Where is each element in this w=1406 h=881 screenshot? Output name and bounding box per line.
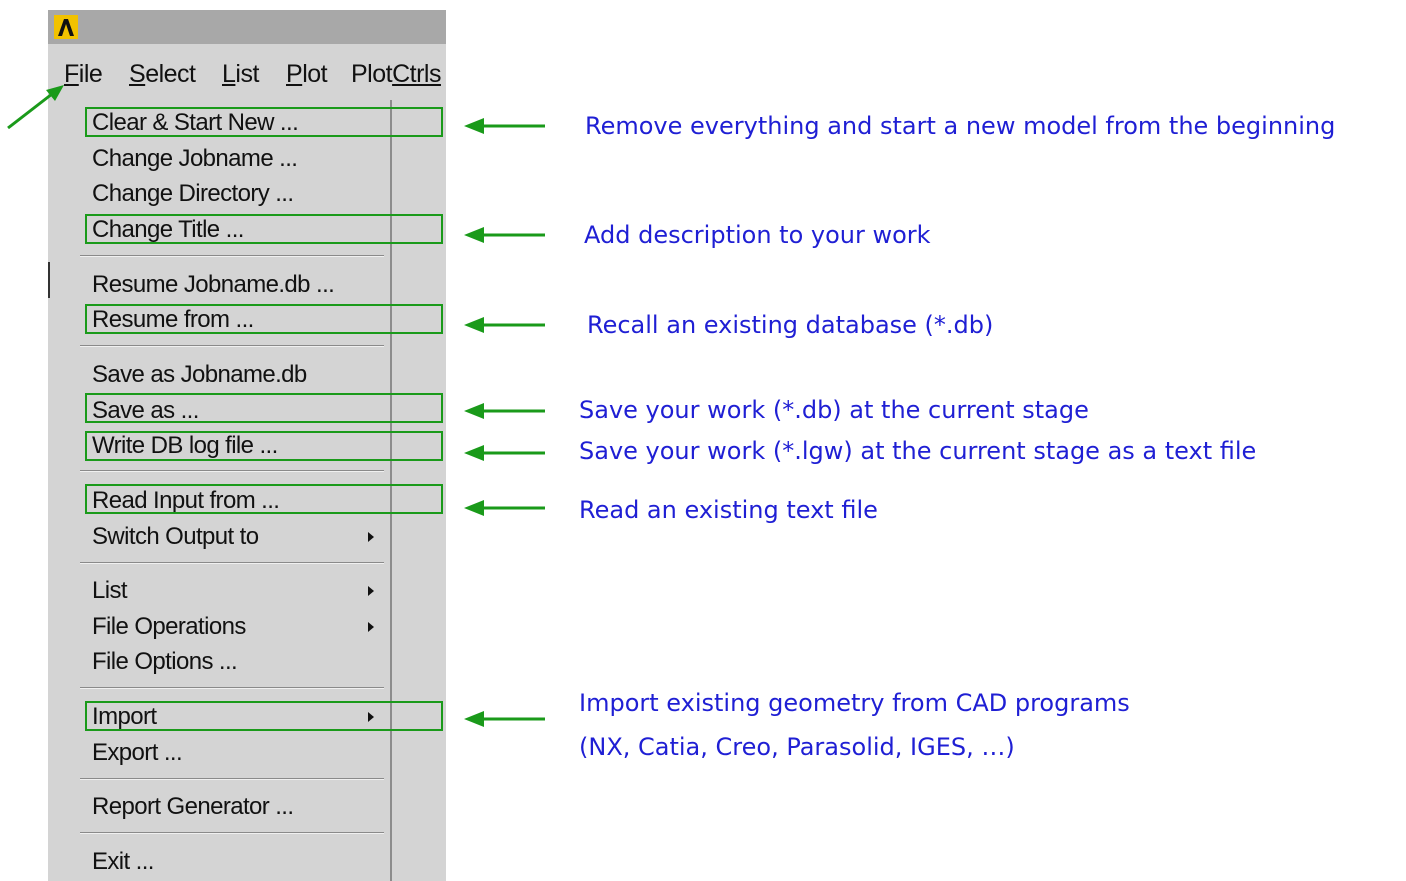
highlight-box-clear-start-new	[85, 107, 443, 137]
menu-separator	[80, 345, 384, 347]
menu-item-switch-output[interactable]: Switch Output to	[92, 522, 259, 552]
menu-separator	[80, 255, 384, 257]
menu-item-file-operations[interactable]: File Operations	[92, 612, 246, 642]
submenu-arrow-icon	[368, 586, 374, 596]
menu-file[interactable]: File	[64, 60, 103, 89]
ansys-logo-icon	[54, 15, 78, 39]
menu-item-list[interactable]: List	[92, 576, 128, 606]
annotation-import-line1: Import existing geometry from CAD progra…	[579, 689, 1130, 717]
menu-item-change-directory[interactable]: Change Directory ...	[92, 179, 294, 209]
menu-item-export[interactable]: Export ...	[92, 738, 183, 768]
menu-select[interactable]: Select	[129, 60, 196, 89]
menu-item-change-jobname[interactable]: Change Jobname ...	[92, 144, 298, 174]
menu-list[interactable]: List	[222, 60, 259, 89]
highlight-box-change-title	[85, 214, 443, 244]
menu-plotctrls[interactable]: PlotCtrls	[351, 60, 441, 89]
annotation-import-line2: (NX, Catia, Creo, Parasolid, IGES, …)	[579, 733, 1015, 761]
arrow-icon	[464, 317, 545, 333]
menu-separator	[80, 562, 384, 564]
highlight-box-write-db-log	[85, 431, 443, 461]
background-line	[48, 262, 50, 298]
arrow-icon	[464, 500, 545, 516]
arrow-icon	[464, 118, 545, 134]
highlight-box-read-input	[85, 484, 443, 514]
menu-bar: File Select List Plot PlotCtrls	[48, 56, 446, 96]
menu-item-file-options[interactable]: File Options ...	[92, 647, 238, 677]
highlight-box-import	[85, 701, 443, 731]
annotation-clear-start-new: Remove everything and start a new model …	[585, 112, 1336, 140]
menu-separator	[80, 832, 384, 834]
menu-separator	[80, 687, 384, 689]
menu-item-report-generator[interactable]: Report Generator ...	[92, 792, 294, 822]
annotation-write-db-log: Save your work (*.lgw) at the current st…	[579, 437, 1257, 465]
highlight-box-resume-from	[85, 304, 443, 334]
annotation-change-title: Add description to your work	[584, 221, 931, 249]
annotation-resume-from: Recall an existing database (*.db)	[587, 311, 994, 339]
arrow-icon	[464, 403, 545, 419]
arrow-icon	[464, 711, 545, 727]
menu-separator	[80, 470, 384, 472]
arrow-icon	[464, 227, 545, 243]
title-bar	[48, 10, 446, 44]
annotation-save-as: Save your work (*.db) at the current sta…	[579, 396, 1089, 424]
menu-item-resume-jobname[interactable]: Resume Jobname.db ...	[92, 270, 335, 300]
arrow-icon	[464, 445, 545, 461]
menu-separator	[80, 778, 384, 780]
menu-item-exit[interactable]: Exit ...	[92, 847, 154, 877]
menu-plot[interactable]: Plot	[286, 60, 328, 89]
submenu-arrow-icon	[368, 622, 374, 632]
annotation-read-input: Read an existing text file	[579, 496, 878, 524]
menu-item-save-as-jobname[interactable]: Save as Jobname.db	[92, 360, 307, 390]
highlight-box-save-as	[85, 393, 443, 423]
submenu-arrow-icon	[368, 532, 374, 542]
